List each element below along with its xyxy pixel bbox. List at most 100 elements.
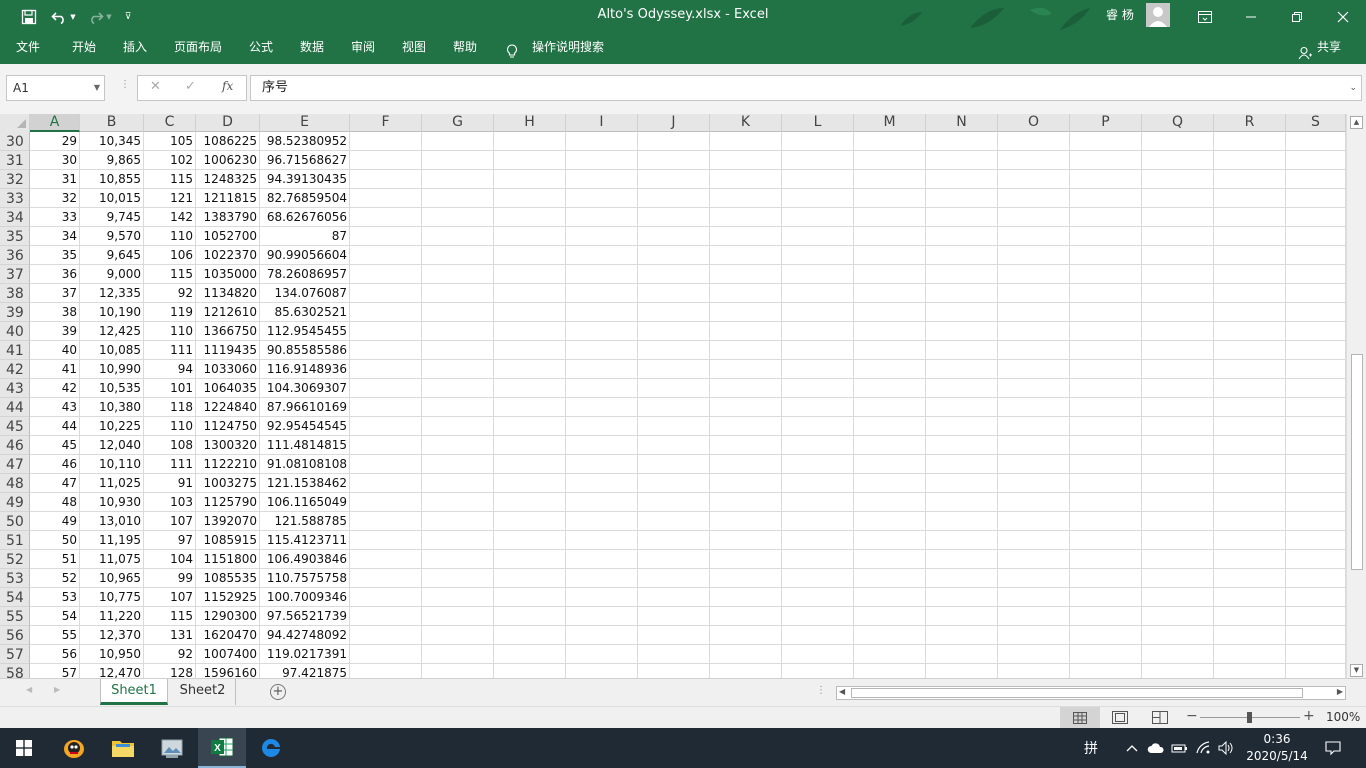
cell-m[interactable] xyxy=(854,360,926,379)
cell-b[interactable]: 10,110 xyxy=(80,455,144,474)
cell-e[interactable]: 115.4123711 xyxy=(260,531,350,550)
cell-k[interactable] xyxy=(710,246,782,265)
cell-m[interactable] xyxy=(854,569,926,588)
row-header[interactable]: 43 xyxy=(0,379,30,398)
cell-s[interactable] xyxy=(1286,151,1346,170)
menu-help[interactable]: 帮助 xyxy=(453,33,477,64)
cell-h[interactable] xyxy=(494,360,566,379)
cell-i[interactable] xyxy=(566,417,638,436)
cell-i[interactable] xyxy=(566,645,638,664)
cell-a[interactable]: 54 xyxy=(30,607,80,626)
cell-s[interactable] xyxy=(1286,436,1346,455)
cell-e[interactable]: 111.4814815 xyxy=(260,436,350,455)
cell-f[interactable] xyxy=(350,151,422,170)
cell-n[interactable] xyxy=(926,379,998,398)
cell-f[interactable] xyxy=(350,227,422,246)
cell-l[interactable] xyxy=(782,455,854,474)
redo-dropdown-icon[interactable]: ▼ xyxy=(104,0,114,33)
cell-l[interactable] xyxy=(782,208,854,227)
save-icon[interactable] xyxy=(18,0,40,33)
cell-b[interactable]: 10,775 xyxy=(80,588,144,607)
cell-f[interactable] xyxy=(350,265,422,284)
cell-g[interactable] xyxy=(422,341,494,360)
cell-l[interactable] xyxy=(782,303,854,322)
cell-n[interactable] xyxy=(926,607,998,626)
cell-n[interactable] xyxy=(926,341,998,360)
cell-r[interactable] xyxy=(1214,436,1286,455)
cell-k[interactable] xyxy=(710,569,782,588)
cell-l[interactable] xyxy=(782,645,854,664)
volume-icon[interactable] xyxy=(1216,728,1236,768)
add-sheet-icon[interactable]: + xyxy=(270,684,286,700)
expand-formula-icon[interactable]: ⌄ xyxy=(1349,76,1357,100)
cell-s[interactable] xyxy=(1286,170,1346,189)
cell-h[interactable] xyxy=(494,588,566,607)
cell-b[interactable]: 12,425 xyxy=(80,322,144,341)
cell-o[interactable] xyxy=(998,246,1070,265)
cell-s[interactable] xyxy=(1286,455,1346,474)
cell-i[interactable] xyxy=(566,607,638,626)
row-header[interactable]: 53 xyxy=(0,569,30,588)
column-header-a[interactable]: A xyxy=(30,114,80,132)
onedrive-icon[interactable] xyxy=(1146,728,1166,768)
cell-f[interactable] xyxy=(350,341,422,360)
cell-a[interactable]: 50 xyxy=(30,531,80,550)
cell-q[interactable] xyxy=(1142,189,1214,208)
cell-a[interactable]: 31 xyxy=(30,170,80,189)
tab-scroll-left-icon[interactable]: ◀ xyxy=(26,685,32,694)
cell-h[interactable] xyxy=(494,436,566,455)
cell-n[interactable] xyxy=(926,626,998,645)
cancel-formula-icon[interactable]: ✕ xyxy=(150,79,161,94)
cell-c[interactable]: 99 xyxy=(144,569,196,588)
cell-i[interactable] xyxy=(566,170,638,189)
menu-formulas[interactable]: 公式 xyxy=(249,33,273,64)
page-layout-view-icon[interactable] xyxy=(1112,711,1128,727)
cell-e[interactable]: 119.0217391 xyxy=(260,645,350,664)
cell-f[interactable] xyxy=(350,303,422,322)
tab-sheet2[interactable]: Sheet2 xyxy=(170,679,236,705)
cell-i[interactable] xyxy=(566,474,638,493)
cell-c[interactable]: 115 xyxy=(144,170,196,189)
cell-b[interactable]: 12,470 xyxy=(80,664,144,678)
cell-k[interactable] xyxy=(710,645,782,664)
cell-q[interactable] xyxy=(1142,569,1214,588)
cell-m[interactable] xyxy=(854,607,926,626)
cell-o[interactable] xyxy=(998,493,1070,512)
cell-i[interactable] xyxy=(566,208,638,227)
cell-j[interactable] xyxy=(638,550,710,569)
cell-o[interactable] xyxy=(998,626,1070,645)
cell-q[interactable] xyxy=(1142,341,1214,360)
cell-m[interactable] xyxy=(854,588,926,607)
cell-g[interactable] xyxy=(422,569,494,588)
cell-h[interactable] xyxy=(494,246,566,265)
cell-l[interactable] xyxy=(782,493,854,512)
cell-j[interactable] xyxy=(638,512,710,531)
cell-s[interactable] xyxy=(1286,360,1346,379)
cell-s[interactable] xyxy=(1286,512,1346,531)
cell-k[interactable] xyxy=(710,398,782,417)
redo-icon[interactable] xyxy=(86,0,106,33)
cell-e[interactable]: 121.1538462 xyxy=(260,474,350,493)
cell-c[interactable]: 101 xyxy=(144,379,196,398)
cell-p[interactable] xyxy=(1070,227,1142,246)
cell-l[interactable] xyxy=(782,398,854,417)
zoom-out-icon[interactable]: − xyxy=(1186,708,1198,724)
cell-c[interactable]: 110 xyxy=(144,417,196,436)
row-header[interactable]: 58 xyxy=(0,664,30,678)
cell-k[interactable] xyxy=(710,284,782,303)
cell-n[interactable] xyxy=(926,436,998,455)
cell-c[interactable]: 142 xyxy=(144,208,196,227)
cell-g[interactable] xyxy=(422,512,494,531)
cell-r[interactable] xyxy=(1214,455,1286,474)
cell-m[interactable] xyxy=(854,208,926,227)
cell-o[interactable] xyxy=(998,132,1070,151)
cell-m[interactable] xyxy=(854,227,926,246)
cell-r[interactable] xyxy=(1214,569,1286,588)
cell-p[interactable] xyxy=(1070,512,1142,531)
cell-k[interactable] xyxy=(710,417,782,436)
cell-b[interactable]: 12,370 xyxy=(80,626,144,645)
select-all-corner[interactable] xyxy=(0,114,30,132)
cell-q[interactable] xyxy=(1142,436,1214,455)
cell-b[interactable]: 9,645 xyxy=(80,246,144,265)
column-header-q[interactable]: Q xyxy=(1142,114,1214,132)
